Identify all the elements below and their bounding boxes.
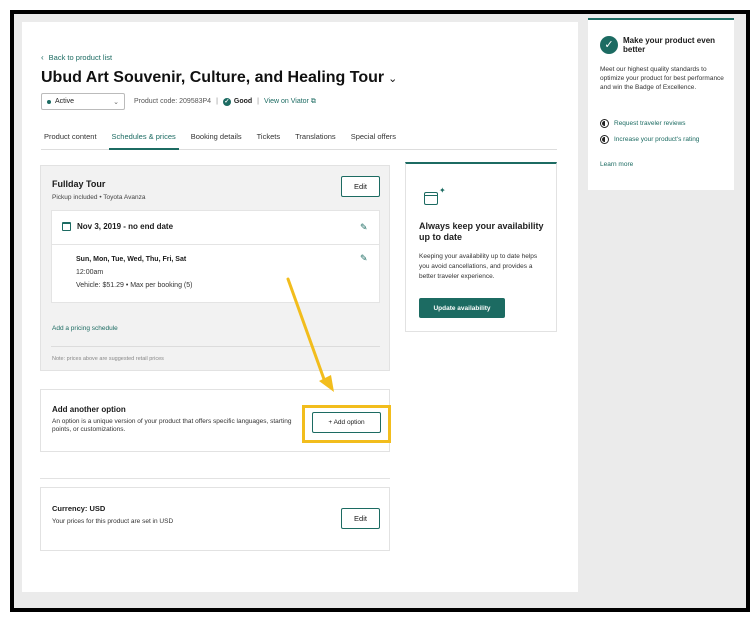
half-circle-icon	[600, 119, 609, 128]
tips-description: Meet our highest quality standards to op…	[600, 66, 724, 91]
request-reviews-link[interactable]: Request traveler reviews	[600, 119, 686, 128]
learn-more-link[interactable]: Learn more	[600, 161, 633, 168]
increase-rating-link[interactable]: Increase your product's rating	[600, 135, 699, 144]
window-frame: ‹ Back to product list Ubud Art Souvenir…	[10, 10, 750, 612]
check-circle-icon: ✓	[600, 36, 618, 54]
annotation-arrow	[286, 277, 334, 392]
main-content: ‹ Back to product list Ubud Art Souvenir…	[22, 22, 578, 592]
half-circle-icon	[600, 135, 609, 144]
increase-rating-label: Increase your product's rating	[614, 136, 700, 143]
request-reviews-label: Request traveler reviews	[614, 120, 686, 127]
quality-tips-card: ✓ Make your product even better Meet our…	[588, 18, 734, 190]
tips-title: Make your product even better	[623, 36, 716, 54]
